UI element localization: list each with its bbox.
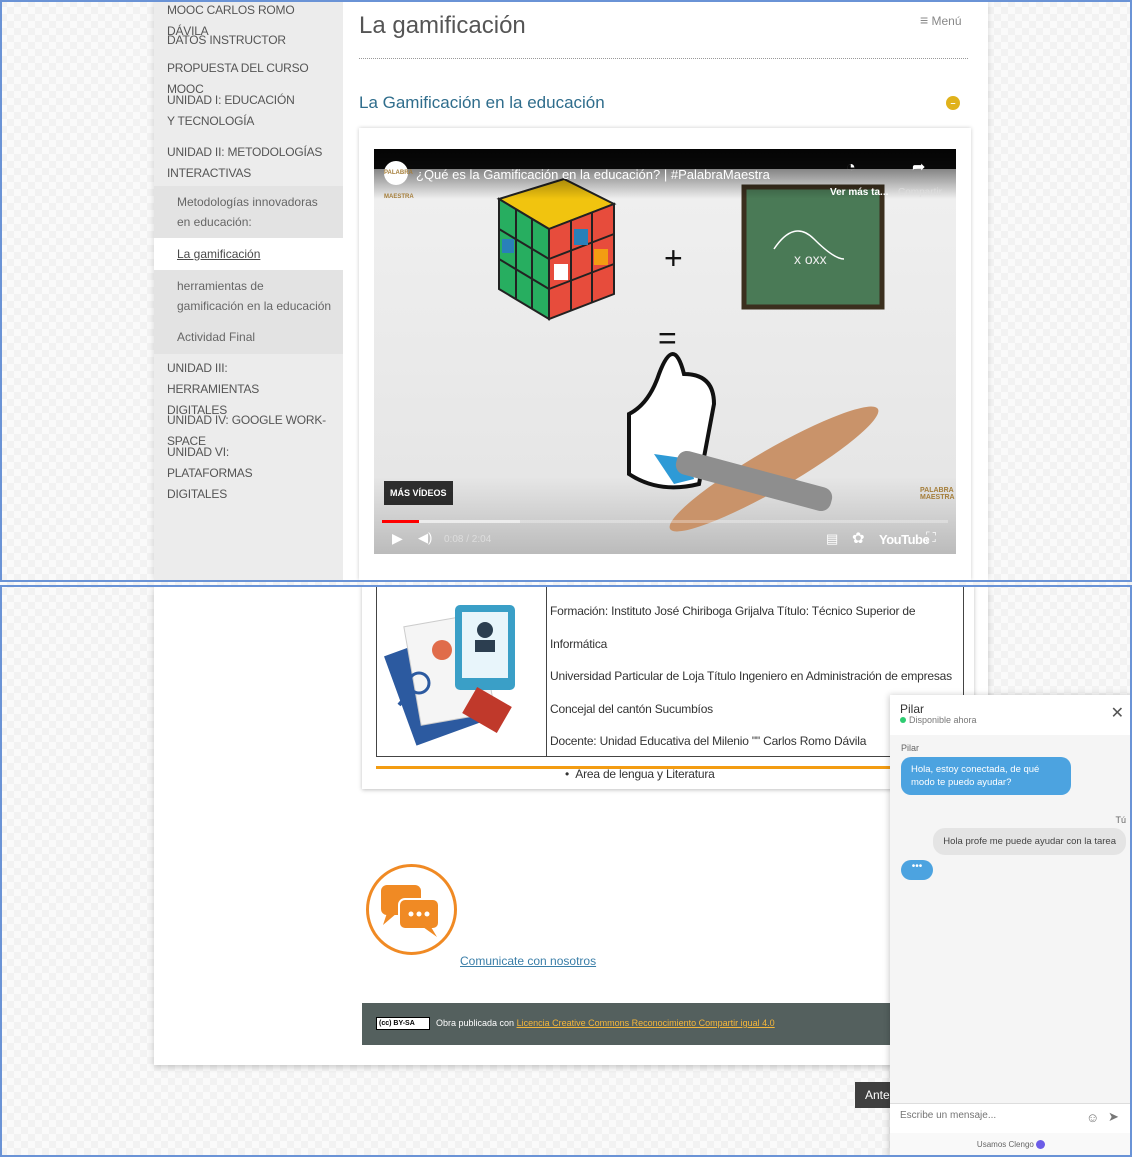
channel-logo[interactable]: PALABRA MAESTRA [384,161,414,200]
bio-line: Formación: Instituto José Chiriboga Grij… [550,604,916,651]
chat-messages: Pilar Hola, estoy conectada, de qué modo… [890,735,1132,1103]
sidebar-subitem-label: Metodologías innovadoras en educación: [177,195,318,229]
watch-later-label[interactable]: Ver más ta... [830,187,888,198]
chat-message-input[interactable] [900,1110,1070,1121]
course-sidebar: MOOC CARLOS ROMO DÁVILA DATOS INSTRUCTOR… [154,0,343,580]
chat-widget: Pilar Disponible ahora ✕ Pilar Hola, est… [890,695,1132,1157]
chat-status-text: Disponible ahora [909,715,977,725]
video-time: 0:08 / 2:04 [444,534,492,545]
cc-license-badge[interactable]: (cc) BY-SA [376,1017,430,1030]
sidebar-item-label: DATOS INSTRUCTOR [167,33,286,47]
video-frame: + x oxx = [374,169,956,554]
sidebar-item-label: UNIDAD VI: PLATAFORMAS DIGITALES [167,445,253,501]
bottom-screenshot-panel: Formación: Instituto José Chiriboga Grij… [0,585,1132,1157]
chat-status: Disponible ahora [900,715,977,725]
page-title: La gamificación [359,12,526,39]
send-icon[interactable]: ➤ [1108,1109,1119,1125]
collapse-icon[interactable]: – [946,96,960,110]
online-status-icon [900,717,906,723]
share-icon[interactable]: ➦ [912,157,925,177]
license-text: Obra publicada con Licencia Creative Com… [436,1018,775,1028]
subtitles-icon[interactable]: ▤ [826,531,838,547]
sidebar-subitem-link[interactable]: La gamificación [177,247,260,261]
thumbs-up-drawing [627,352,879,532]
video-controls: ▶ ◀) 0:08 / 2:04 ▤ ✿ YouTube ⛶ [374,527,956,554]
sidebar-item-unidad-2[interactable]: UNIDAD II: METODOLOGÍAS INTERACTIVAS [154,142,343,186]
license-prefix: Obra publicada con [436,1018,517,1028]
chat-footer: Usamos Clengo [890,1133,1132,1157]
chat-header: Pilar Disponible ahora ✕ [890,695,1132,735]
video-progress-bar[interactable] [382,520,948,523]
chalkboard-image: x oxx [741,184,885,310]
agent-label: Pilar [901,743,920,753]
instructor-bio-table: Formación: Instituto José Chiriboga Grij… [376,585,964,781]
section-title: La Gamificación en la educación [359,93,605,112]
license-footer: (cc) BY-SA Obra publicada con Licencia C… [362,1003,974,1045]
close-icon[interactable]: ✕ [1111,703,1124,723]
channel-watermark[interactable]: PALABRA MAESTRA [920,487,956,501]
sidebar-item-label: UNIDAD I: EDUCACIÓN Y TECNOLOGÍA [167,93,295,128]
divider [359,58,968,59]
chat-agent-name: Pilar [900,702,925,716]
video-title[interactable]: ¿Qué es la Gamificación en la educación?… [416,167,770,182]
sidebar-subitem-gamificacion[interactable]: La gamificación [154,238,343,270]
chat-footer-text: Usamos Clengo [976,1140,1034,1149]
more-videos-button[interactable]: MÁS VÍDEOS [384,481,453,505]
sidebar-subitem-herramientas[interactable]: herramientas de gamificación en la educa… [154,270,343,321]
sidebar-item-unidad-6[interactable]: UNIDAD VI: PLATAFORMAS DIGITALES [154,440,343,501]
contact-link[interactable]: Comunicate con nosotros [460,954,596,968]
sidebar-item-propuesta[interactable]: PROPUESTA DEL CURSO MOOC [154,56,343,96]
sidebar-item-mooc[interactable]: MOOC CARLOS ROMO DÁVILA [154,0,343,38]
svg-text:x oxx: x oxx [794,251,827,267]
chat-input-row: ☺ ➤ [890,1103,1132,1133]
settings-gear-icon[interactable]: ✿ [852,529,865,547]
clengo-logo-icon[interactable] [1036,1140,1046,1150]
license-link[interactable]: Licencia Creative Commons Reconocimiento… [517,1018,775,1028]
sidebar-item-unidad-3[interactable]: UNIDAD III: HERRAMIENTAS DIGITALES [154,354,343,417]
sidebar-subitem-metodologias[interactable]: Metodologías innovadoras en educación: [154,186,343,238]
volume-icon[interactable]: ◀) [418,530,432,546]
equals-sign: = [658,320,677,356]
sidebar-item-unidad-1[interactable]: UNIDAD I: EDUCACIÓN Y TECNOLOGÍA [154,88,343,142]
resume-illustration [377,585,547,756]
plus-sign: + [664,240,683,276]
sidebar-subitem-label: herramientas de gamificación en la educa… [177,279,332,313]
share-label[interactable]: Compartir [898,187,942,198]
orange-divider [376,766,964,769]
typing-indicator: ••• [901,860,933,880]
user-message: Hola profe me puede ayudar con la tarea [933,828,1126,855]
sidebar-item-label: UNIDAD II: METODOLOGÍAS INTERACTIVAS [167,145,323,180]
chat-bubbles-icon[interactable] [366,864,457,955]
hamburger-icon: ≡ [920,12,929,28]
youtube-video-player[interactable]: + x oxx = PALABRA MAESTRA ¿Qué es la Gam… [374,149,956,554]
menu-button[interactable]: ≡ Menú [920,12,962,28]
user-label: Tú [1115,815,1126,825]
clock-icon[interactable]: ◔ [846,159,856,177]
sidebar-item-unidad-4[interactable]: UNIDAD IV: GOOGLE WORK-SPACE [154,408,343,448]
bio-line: Universidad Particular de Loja Título In… [550,669,952,683]
agent-message: Hola, estoy conectada, de qué modo te pu… [901,757,1071,795]
menu-label: Menú [931,14,962,28]
sidebar-subitem-label: Actividad Final [177,330,256,344]
progress-played [382,520,419,523]
youtube-logo[interactable]: YouTube [879,532,930,547]
top-screenshot-panel: MOOC CARLOS ROMO DÁVILA DATOS INSTRUCTOR… [0,0,1132,580]
fullscreen-icon[interactable]: ⛶ [926,529,936,546]
play-icon[interactable]: ▶ [392,530,403,547]
sidebar-subitem-actividad-final[interactable]: Actividad Final [154,321,343,354]
emoji-icon[interactable]: ☺ [1086,1110,1099,1125]
rubik-cube-image [496,177,617,321]
video-illustration: + x oxx = [496,177,885,532]
